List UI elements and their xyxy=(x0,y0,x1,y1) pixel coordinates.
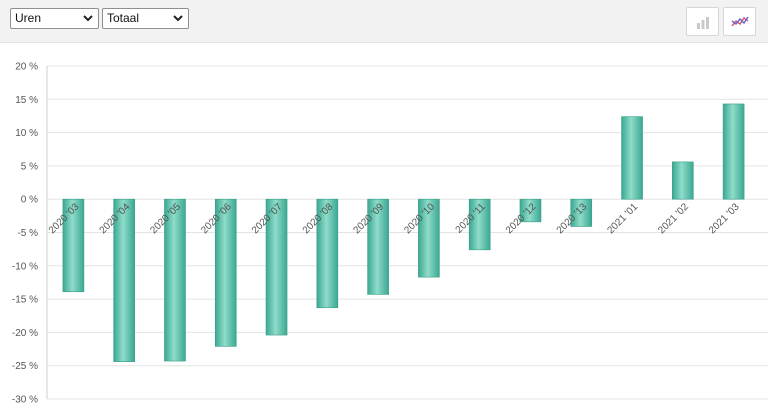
x-tick-label: 2021 '01 xyxy=(605,201,640,236)
bar[interactable] xyxy=(621,116,643,200)
x-tick-label: 2021 '03 xyxy=(707,201,742,236)
x-axis-labels: 2020 '03 2020 '04 2020 '05 2020 '06 2020 '07… xyxy=(47,201,742,236)
bar[interactable] xyxy=(722,103,745,200)
bar-chart-icon xyxy=(697,17,709,29)
y-tick-label: -10 % xyxy=(12,261,38,272)
y-tick-label: -15 % xyxy=(12,295,38,306)
y-tick-label: -30 % xyxy=(12,395,38,406)
y-tick-label: 15 % xyxy=(15,95,38,106)
line-chart-button[interactable] xyxy=(723,7,756,36)
y-tick-label: -5 % xyxy=(17,228,38,239)
chevron-down-icon xyxy=(173,15,183,22)
metric-select-value: Uren xyxy=(15,11,42,25)
x-tick-label: 2021 '02 xyxy=(656,201,691,236)
y-tick-label: 10 % xyxy=(15,128,38,139)
y-tick-label: 5 % xyxy=(21,161,38,172)
bar-chart-button[interactable] xyxy=(686,7,719,36)
metric-select[interactable]: Uren xyxy=(10,8,99,29)
mode-select-value: Totaal xyxy=(107,11,140,25)
mode-select[interactable]: Totaal xyxy=(102,8,189,29)
y-tick-label: 0 % xyxy=(21,195,38,206)
chevron-down-icon xyxy=(83,15,93,22)
y-tick-label: -20 % xyxy=(12,328,38,339)
line-chart-icon xyxy=(731,16,749,27)
bar[interactable] xyxy=(672,161,694,200)
toolbar: Uren Totaal xyxy=(0,0,768,43)
y-tick-label: 20 % xyxy=(15,62,38,73)
y-axis: -30 % -25 % -20 % -15 % -10 % -5 % 0 % 5 % 10 % 1… xyxy=(12,62,48,406)
y-tick-label: -25 % xyxy=(12,361,38,372)
bar-chart: -30 % -25 % -20 % -15 % -10 % -5 % 0 % 5 % 10 % 1… xyxy=(12,62,768,406)
